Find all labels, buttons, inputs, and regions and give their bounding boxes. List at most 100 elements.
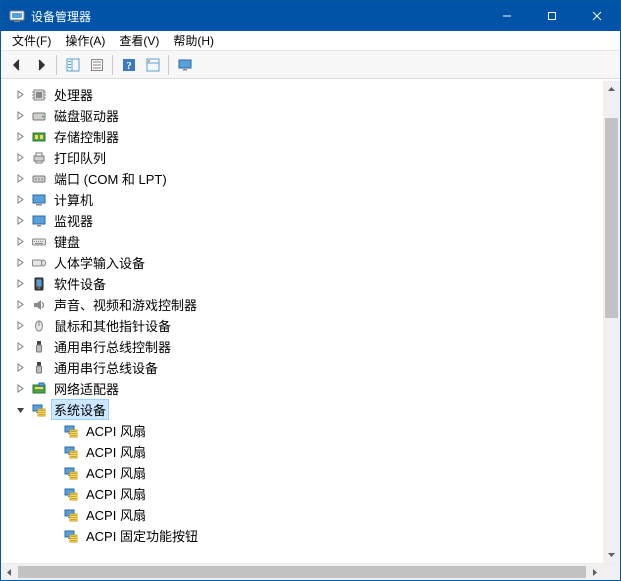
monitor-icon-button[interactable] xyxy=(173,53,196,76)
expand-icon[interactable] xyxy=(14,172,27,185)
tree-wrap: 处理器磁盘驱动器存储控制器打印队列端口 (COM 和 LPT)计算机监视器键盘人… xyxy=(1,79,620,563)
tree-item-label: 计算机 xyxy=(52,190,95,209)
tree-item-label: 打印队列 xyxy=(52,148,108,167)
tree-item[interactable]: 计算机 xyxy=(4,189,602,210)
tree-child-item[interactable]: ACPI 风扇 xyxy=(4,462,602,483)
tree-item[interactable]: 系统设备 xyxy=(4,399,602,420)
usb-ctrl-icon xyxy=(30,338,48,356)
audio-icon xyxy=(30,296,48,314)
scroll-left-button[interactable] xyxy=(1,564,18,580)
scroll-right-button[interactable] xyxy=(586,564,603,580)
toolbar-separator xyxy=(56,55,57,75)
tree-item-label: 处理器 xyxy=(52,85,95,104)
expand-icon[interactable] xyxy=(14,340,27,353)
tree-item[interactable]: 监视器 xyxy=(4,210,602,231)
expand-icon[interactable] xyxy=(14,109,27,122)
tree-item-label: 鼠标和其他指针设备 xyxy=(52,316,173,335)
titlebar: 设备管理器 xyxy=(1,1,620,31)
tree-item[interactable]: 磁盘驱动器 xyxy=(4,105,602,126)
show-hide-tree-button[interactable] xyxy=(61,53,84,76)
expand-icon[interactable] xyxy=(14,130,27,143)
vertical-scrollbar-thumb[interactable] xyxy=(605,118,618,318)
mouse-icon xyxy=(30,317,48,335)
disk-icon xyxy=(30,107,48,125)
tree-child-item[interactable]: ACPI 固定功能按钮 xyxy=(4,525,602,546)
computer-icon xyxy=(30,191,48,209)
scrollbar-corner xyxy=(603,564,620,580)
tree-item[interactable]: 通用串行总线控制器 xyxy=(4,336,602,357)
expand-icon[interactable] xyxy=(14,151,27,164)
expand-icon[interactable] xyxy=(14,214,27,227)
expand-icon[interactable] xyxy=(14,235,27,248)
tree-child-item[interactable]: ACPI 风扇 xyxy=(4,420,602,441)
expand-icon[interactable] xyxy=(14,193,27,206)
tree-item-label: ACPI 固定功能按钮 xyxy=(84,526,200,545)
client-area: 处理器磁盘驱动器存储控制器打印队列端口 (COM 和 LPT)计算机监视器键盘人… xyxy=(1,79,620,580)
tree-item[interactable]: 软件设备 xyxy=(4,273,602,294)
menu-action[interactable]: 操作(A) xyxy=(58,31,112,50)
tree-item[interactable]: 打印队列 xyxy=(4,147,602,168)
close-button[interactable] xyxy=(574,1,620,31)
expand-icon[interactable] xyxy=(14,319,27,332)
monitor-icon xyxy=(30,212,48,230)
tree-item[interactable]: 网络适配器 xyxy=(4,378,602,399)
collapse-icon[interactable] xyxy=(14,403,27,416)
expand-icon[interactable] xyxy=(14,361,27,374)
maximize-button[interactable] xyxy=(529,1,574,31)
device-tree[interactable]: 处理器磁盘驱动器存储控制器打印队列端口 (COM 和 LPT)计算机监视器键盘人… xyxy=(3,81,603,563)
toolbar-separator xyxy=(112,55,113,75)
scroll-down-button[interactable] xyxy=(603,546,620,563)
system-device-icon xyxy=(30,401,48,419)
tree-item-label: ACPI 风扇 xyxy=(84,463,148,482)
minimize-button[interactable] xyxy=(484,1,529,31)
properties-button[interactable] xyxy=(85,53,108,76)
expand-icon[interactable] xyxy=(14,298,27,311)
tree-item[interactable]: 人体学输入设备 xyxy=(4,252,602,273)
printer-icon xyxy=(30,149,48,167)
tree-item-label: 声音、视频和游戏控制器 xyxy=(52,295,199,314)
back-button[interactable] xyxy=(5,53,28,76)
forward-button[interactable] xyxy=(29,53,52,76)
toolbar-separator xyxy=(168,55,169,75)
expand-icon[interactable] xyxy=(14,382,27,395)
help-button[interactable]: ? xyxy=(117,53,140,76)
tree-item-label: 监视器 xyxy=(52,211,95,230)
tree-item[interactable]: 存储控制器 xyxy=(4,126,602,147)
software-icon xyxy=(30,275,48,293)
tree-item-label: 系统设备 xyxy=(52,400,108,419)
tree-item[interactable]: 声音、视频和游戏控制器 xyxy=(4,294,602,315)
horizontal-scrollbar[interactable] xyxy=(1,563,620,580)
tree-item-label: 键盘 xyxy=(52,232,82,251)
tree-item-label: ACPI 风扇 xyxy=(84,505,148,524)
scan-hardware-button[interactable] xyxy=(141,53,164,76)
expand-icon[interactable] xyxy=(14,88,27,101)
tree-item[interactable]: 通用串行总线设备 xyxy=(4,357,602,378)
menu-view[interactable]: 查看(V) xyxy=(112,31,166,50)
vertical-scrollbar-track[interactable] xyxy=(603,98,620,546)
tree-item[interactable]: 键盘 xyxy=(4,231,602,252)
tree-item[interactable]: 处理器 xyxy=(4,84,602,105)
horizontal-scrollbar-track[interactable] xyxy=(18,564,586,580)
app-icon xyxy=(9,8,25,24)
tree-child-item[interactable]: ACPI 风扇 xyxy=(4,483,602,504)
expand-icon[interactable] xyxy=(14,277,27,290)
storage-ctrl-icon xyxy=(30,128,48,146)
vertical-scrollbar[interactable] xyxy=(603,81,620,563)
tree-item-label: 人体学输入设备 xyxy=(52,253,147,272)
tree-item[interactable]: 端口 (COM 和 LPT) xyxy=(4,168,602,189)
tree-item-label: 软件设备 xyxy=(52,274,108,293)
port-icon xyxy=(30,170,48,188)
tree-child-item[interactable]: ACPI 风扇 xyxy=(4,504,602,525)
horizontal-scrollbar-thumb[interactable] xyxy=(18,566,586,578)
menu-help[interactable]: 帮助(H) xyxy=(166,31,221,50)
expand-icon[interactable] xyxy=(14,256,27,269)
svg-text:?: ? xyxy=(126,60,132,72)
menubar: 文件(F) 操作(A) 查看(V) 帮助(H) xyxy=(1,31,620,51)
menu-file[interactable]: 文件(F) xyxy=(5,31,58,50)
tree-item-label: 磁盘驱动器 xyxy=(52,106,121,125)
toolbar: ? xyxy=(1,51,620,79)
tree-child-item[interactable]: ACPI 风扇 xyxy=(4,441,602,462)
tree-item-label: ACPI 风扇 xyxy=(84,484,148,503)
tree-item[interactable]: 鼠标和其他指针设备 xyxy=(4,315,602,336)
scroll-up-button[interactable] xyxy=(603,81,620,98)
